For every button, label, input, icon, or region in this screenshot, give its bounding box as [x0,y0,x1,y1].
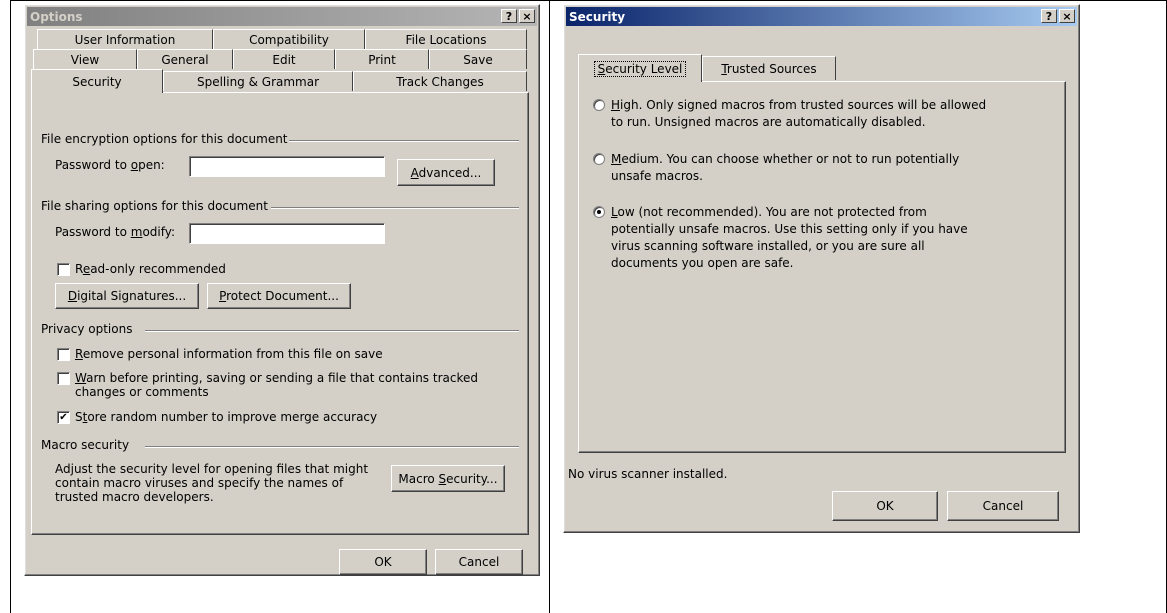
security-title: Security [569,9,626,24]
remove-personal-info-label: Remove personal information from this fi… [75,347,383,361]
macro-security-button[interactable]: Macro Security... [391,465,505,492]
options-dialog: Options ? × User Information Compatibili… [24,4,540,576]
warn-before-printing-label-line2: changes or comments [75,385,209,399]
password-open-field[interactable] [189,156,385,177]
tab-save[interactable]: Save [429,49,527,69]
low-label-line1: Low (not recommended). You are not prote… [611,205,927,219]
options-ok-button[interactable]: OK [339,549,427,575]
virus-scanner-status: No virus scanner installed. [568,467,728,481]
macro-description-line2: contain macro viruses and specify the na… [55,476,344,490]
tab-edit[interactable]: Edit [233,49,335,69]
store-random-number-label: Store random number to improve merge acc… [75,410,378,424]
medium-radio[interactable] [593,153,605,165]
high-radio[interactable] [593,99,605,111]
tab-compatibility[interactable]: Compatibility [213,29,365,49]
password-modify-label: Password to modify: [55,225,176,239]
security-cancel-button[interactable]: Cancel [947,491,1059,521]
encryption-group-label: File encryption options for this documen… [41,132,288,146]
close-button[interactable]: × [519,9,535,23]
high-label-line2: to run. Unsigned macros are automaticall… [611,115,926,129]
high-label-line1: High. Only signed macros from trusted so… [611,98,987,112]
low-label-line2: potentially unsafe macros. Use this sett… [611,222,968,236]
macro-group-label: Macro security [41,438,130,452]
tab-trusted-sources[interactable]: Trusted Sources [702,56,836,80]
help-button[interactable]: ? [1041,9,1057,23]
macro-group-divider [145,446,519,448]
low-radio[interactable] [593,206,605,218]
digital-signatures-button[interactable]: Digital Signatures... [55,283,199,309]
advanced-button[interactable]: Advanced... [397,159,495,186]
security-ok-button[interactable]: OK [832,491,938,521]
remove-personal-info-checkbox[interactable] [57,348,70,361]
password-open-label: Password to open: [55,158,165,172]
help-button[interactable]: ? [501,9,517,23]
radio-selected-dot [597,210,601,214]
tab-file-locations[interactable]: File Locations [365,29,527,49]
store-random-number-checkbox[interactable]: ✔ [57,411,70,424]
privacy-group-divider [145,330,519,332]
sharing-group-divider [271,207,519,209]
tab-general[interactable]: General [137,49,233,69]
low-label-line4: documents you open are safe. [611,256,794,270]
tab-security-level[interactable]: Security Level [578,54,702,82]
close-button[interactable]: × [1059,9,1075,23]
options-titlebar[interactable]: Options ? × [27,7,537,26]
low-label-line3: virus scanning software installed, or yo… [611,239,925,253]
protect-document-button[interactable]: Protect Document... [207,283,351,309]
readonly-checkbox[interactable] [57,263,70,276]
options-title: Options [30,9,83,24]
tab-security[interactable]: Security [31,69,163,93]
macro-description-line1: Adjust the security level for opening fi… [55,462,369,476]
tab-view[interactable]: View [33,49,137,69]
readonly-label: Read-only recommended [75,262,226,276]
tab-spelling-grammar[interactable]: Spelling & Grammar [163,71,353,91]
medium-label-line1: Medium. You can choose whether or not to… [611,152,960,166]
tab-user-information[interactable]: User Information [37,29,213,49]
medium-label-line2: unsafe macros. [611,169,703,183]
sharing-group-label: File sharing options for this document [41,199,268,213]
warn-before-printing-checkbox[interactable] [57,372,70,385]
password-modify-field[interactable] [189,223,385,244]
security-titlebar[interactable]: Security ? × [566,7,1077,26]
encryption-group-divider [289,140,519,142]
options-cancel-button[interactable]: Cancel [435,549,523,575]
warn-before-printing-label: Warn before printing, saving or sending … [75,371,478,385]
security-dialog: Security ? × Security Level Trusted Sour… [563,4,1080,533]
tab-track-changes[interactable]: Track Changes [353,71,527,91]
macro-description-line3: trusted macro developers. [55,490,214,504]
privacy-group-label: Privacy options [41,322,133,336]
tab-print[interactable]: Print [335,49,429,69]
